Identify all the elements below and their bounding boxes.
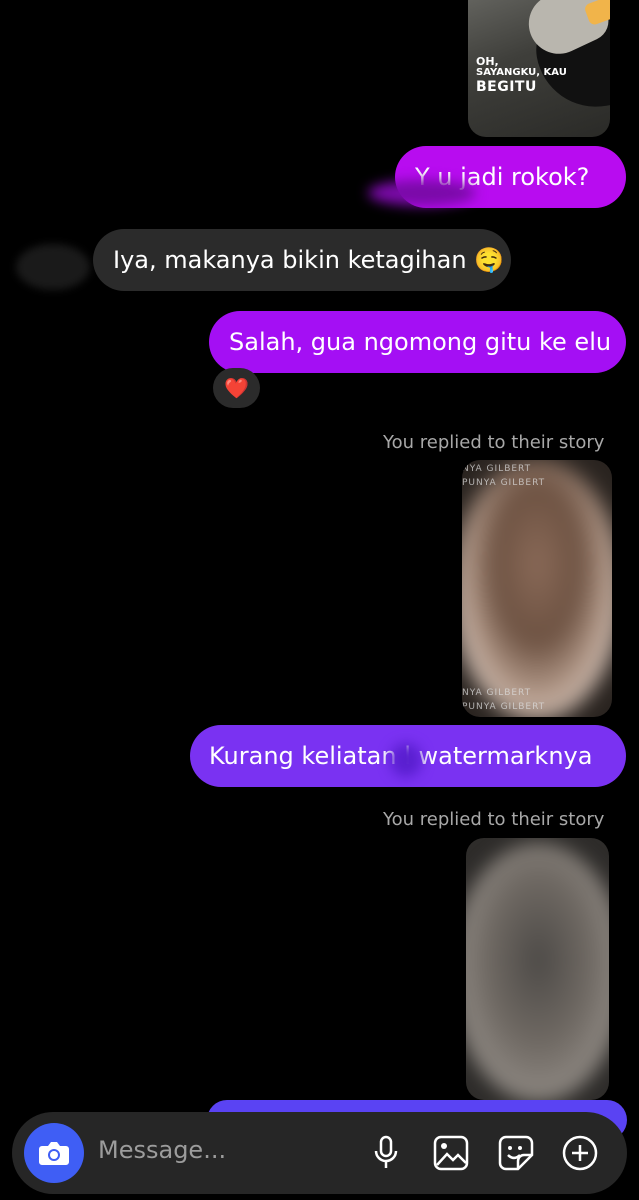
camera-icon bbox=[39, 1142, 69, 1165]
watermark-text: NYA GILBERT bbox=[462, 464, 532, 474]
story-reply-note: You replied to their story bbox=[383, 432, 605, 453]
sticker-button[interactable] bbox=[496, 1133, 536, 1173]
story-caption: SAYANGKU, KAU bbox=[476, 67, 567, 78]
microphone-button[interactable] bbox=[366, 1133, 406, 1173]
story-thumbnail[interactable] bbox=[466, 838, 609, 1100]
incoming-message[interactable]: Iya, makanya bikin ketagihan 🤤 bbox=[93, 229, 511, 291]
sticker-icon bbox=[498, 1135, 534, 1171]
message-composer: Message... bbox=[12, 1112, 627, 1194]
message-text: Salah, gua ngomong gitu ke elu bbox=[229, 328, 612, 356]
story-caption: BEGITU bbox=[476, 79, 537, 95]
redaction-smudge bbox=[368, 180, 476, 206]
story-image-content bbox=[466, 843, 609, 1100]
reaction-badge[interactable]: ❤️ bbox=[213, 368, 260, 408]
message-input[interactable]: Message... bbox=[98, 1136, 226, 1164]
gallery-icon bbox=[433, 1135, 469, 1171]
heart-icon: ❤️ bbox=[224, 376, 249, 400]
camera-button[interactable] bbox=[24, 1123, 84, 1183]
watermark-text: NYA GILBERT bbox=[462, 688, 532, 698]
add-button[interactable] bbox=[560, 1133, 600, 1173]
gallery-button[interactable] bbox=[431, 1133, 471, 1173]
story-thumbnail[interactable]: NYA GILBERT PUNYA GILBERT NYA GILBERT PU… bbox=[462, 460, 612, 717]
story-reply-note: You replied to their story bbox=[383, 809, 605, 830]
redaction-smudge bbox=[390, 743, 422, 777]
message-text: Iya, makanya bikin ketagihan 🤤 bbox=[113, 246, 505, 274]
watermark-text: PUNYA GILBERT bbox=[462, 478, 546, 488]
avatar[interactable] bbox=[16, 244, 90, 290]
watermark-text: PUNYA GILBERT bbox=[462, 702, 546, 712]
story-thumbnail[interactable]: OH, SAYANGKU, KAU BEGITU bbox=[468, 0, 610, 137]
story-caption: OH, bbox=[476, 55, 499, 68]
microphone-icon bbox=[374, 1135, 398, 1168]
outgoing-message[interactable]: Salah, gua ngomong gitu ke elu bbox=[209, 311, 626, 373]
story-image-content bbox=[462, 460, 612, 717]
add-icon bbox=[562, 1135, 598, 1171]
